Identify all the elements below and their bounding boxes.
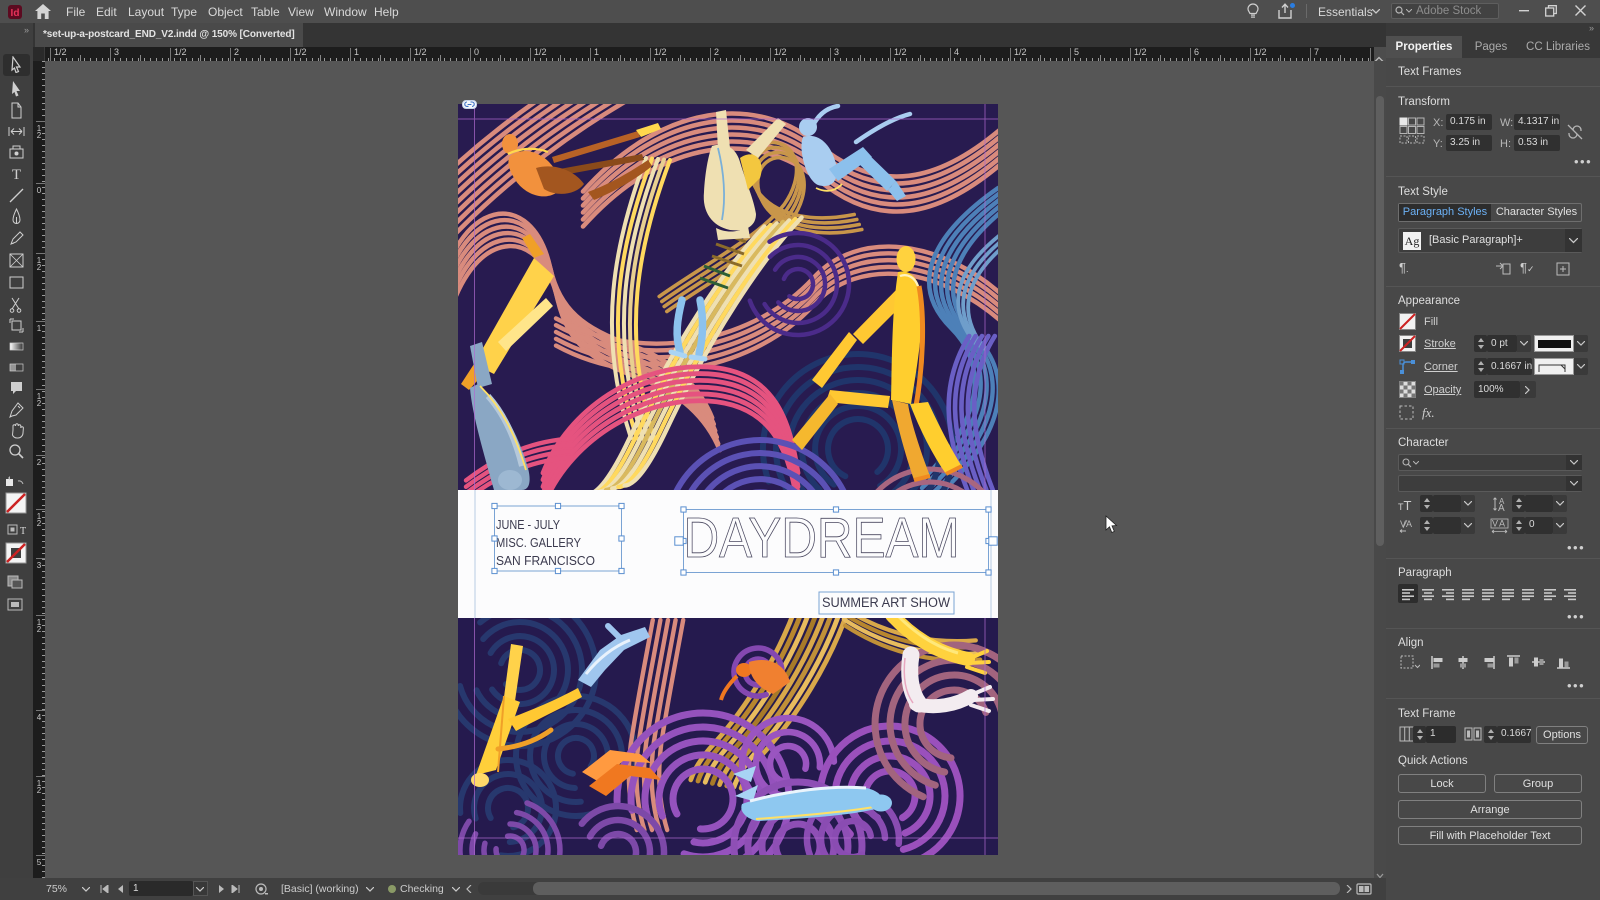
svg-text:MISC. GALLERY: MISC. GALLERY — [496, 536, 582, 550]
svg-text:Id: Id — [11, 8, 20, 19]
svg-text:V: V — [1492, 519, 1498, 529]
svg-text:A: A — [1499, 519, 1505, 529]
svg-text:SUMMER ART SHOW: SUMMER ART SHOW — [822, 595, 950, 610]
svg-text:JUNE - JULY: JUNE - JULY — [496, 518, 561, 532]
svg-text:SAN FRANCISCO: SAN FRANCISCO — [496, 554, 595, 568]
svg-text:A: A — [1498, 503, 1505, 512]
svg-text:DAYDREAM: DAYDREAM — [684, 506, 960, 570]
svg-text:T: T — [12, 167, 21, 182]
svg-text:T: T — [20, 526, 26, 537]
